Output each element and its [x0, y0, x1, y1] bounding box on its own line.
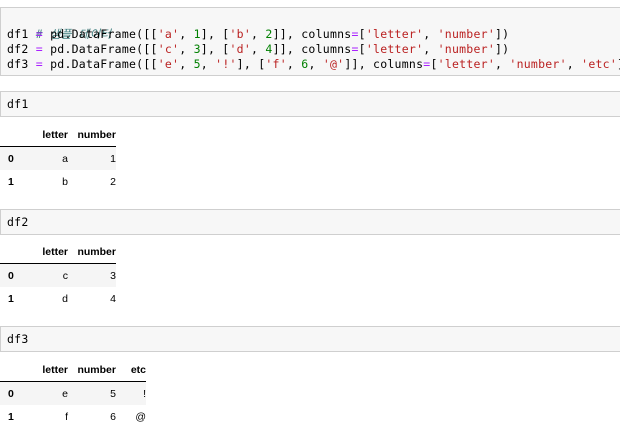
code-num: 1	[193, 27, 201, 41]
code-var: df2	[7, 42, 29, 56]
code-line-df3: df3 = pd.DataFrame([['e', 5, '!'], ['f',…	[7, 57, 620, 71]
cell-letter: e	[62, 387, 68, 400]
code-line-df1: df1 = pd.DataFrame([['a', 1], ['b', 2]],…	[7, 27, 510, 41]
code-str: 'number'	[437, 42, 495, 56]
code-num: 3	[193, 42, 201, 56]
cell-number: 6	[110, 410, 116, 423]
table-row: 1 b 2	[0, 170, 116, 193]
cell-number: 3	[110, 269, 116, 282]
table-index-header	[0, 241, 34, 264]
code-str: 'c'	[157, 42, 180, 56]
code-line-df1-input: df1	[7, 97, 29, 111]
cell-letter: d	[62, 292, 68, 305]
row-index: 1	[8, 410, 14, 423]
code-str: 'a'	[157, 27, 180, 41]
table-row: 0 c 3	[0, 263, 116, 287]
code-num: 4	[265, 42, 273, 56]
code-str: 'letter'	[365, 42, 424, 56]
code-str: '!'	[215, 57, 237, 71]
code-call: pd.DataFrame([[	[50, 27, 158, 41]
row-index: 0	[8, 269, 14, 282]
dataframe-table-df3: letter number etc 0 e 5 ! 1 f 6 @	[0, 359, 146, 424]
cell-number: 4	[110, 292, 116, 305]
code-str: 'number'	[509, 57, 567, 71]
code-str: 'number'	[437, 27, 495, 41]
cell-etc: !	[143, 387, 146, 400]
cell-number: 5	[110, 387, 116, 400]
cell-letter: a	[62, 152, 68, 165]
code-str: 'b'	[229, 27, 252, 41]
column-header-number: number	[68, 241, 116, 264]
code-cell-df1[interactable]: df1	[0, 91, 620, 117]
code-line-df2-input: df2	[7, 215, 29, 229]
cell-number: 1	[110, 152, 116, 165]
column-header-letter: letter	[34, 241, 68, 264]
code-cell-df3[interactable]: df3	[0, 326, 620, 352]
table-row: 0 e 5 !	[0, 381, 146, 405]
cell-letter: c	[62, 269, 68, 282]
code-num: 5	[193, 57, 201, 71]
column-header-letter: letter	[34, 359, 68, 382]
cell-etc: @	[135, 410, 146, 423]
code-var: df3	[7, 57, 29, 71]
code-str: 'd'	[229, 42, 252, 56]
column-header-letter: letter	[34, 124, 68, 147]
column-header-number: number	[68, 359, 116, 382]
row-index: 0	[8, 387, 14, 400]
cell-number: 2	[110, 175, 116, 188]
dataframe-table-df2: letter number 0 c 3 1 d 4	[0, 241, 116, 310]
code-num: 2	[265, 27, 273, 41]
code-str: 'letter'	[365, 27, 424, 41]
code-cell-dataframes[interactable]: # 샘플 데이터 df1 = pd.DataFrame([['a', 1], […	[0, 7, 620, 76]
code-cell-df2[interactable]: df2	[0, 209, 620, 235]
code-call: pd.DataFrame([[	[50, 57, 158, 71]
dataframe-table-df1: letter number 0 a 1 1 b 2	[0, 124, 116, 193]
code-str: 'f'	[265, 57, 287, 71]
cell-letter: f	[65, 410, 68, 423]
column-header-etc: etc	[116, 359, 146, 382]
table-row: 1 d 4	[0, 287, 116, 310]
row-index: 1	[8, 292, 14, 305]
table-row: 1 f 6 @	[0, 405, 146, 424]
code-str: 'letter'	[437, 57, 496, 71]
code-line-df2: df2 = pd.DataFrame([['c', 3], ['d', 4]],…	[7, 42, 510, 56]
code-call: pd.DataFrame([[	[50, 42, 158, 56]
code-str: 'etc'	[581, 57, 618, 71]
table-index-header	[0, 359, 34, 382]
code-str: '@'	[322, 57, 345, 71]
cell-letter: b	[62, 175, 68, 188]
table-row: 0 a 1	[0, 146, 116, 170]
row-index: 1	[8, 175, 14, 188]
row-index: 0	[8, 152, 14, 165]
code-var: df1	[7, 27, 29, 41]
column-header-number: number	[68, 124, 116, 147]
table-index-header	[0, 124, 34, 147]
code-str: 'e'	[157, 57, 180, 71]
code-line-df3-input: df3	[7, 332, 29, 346]
